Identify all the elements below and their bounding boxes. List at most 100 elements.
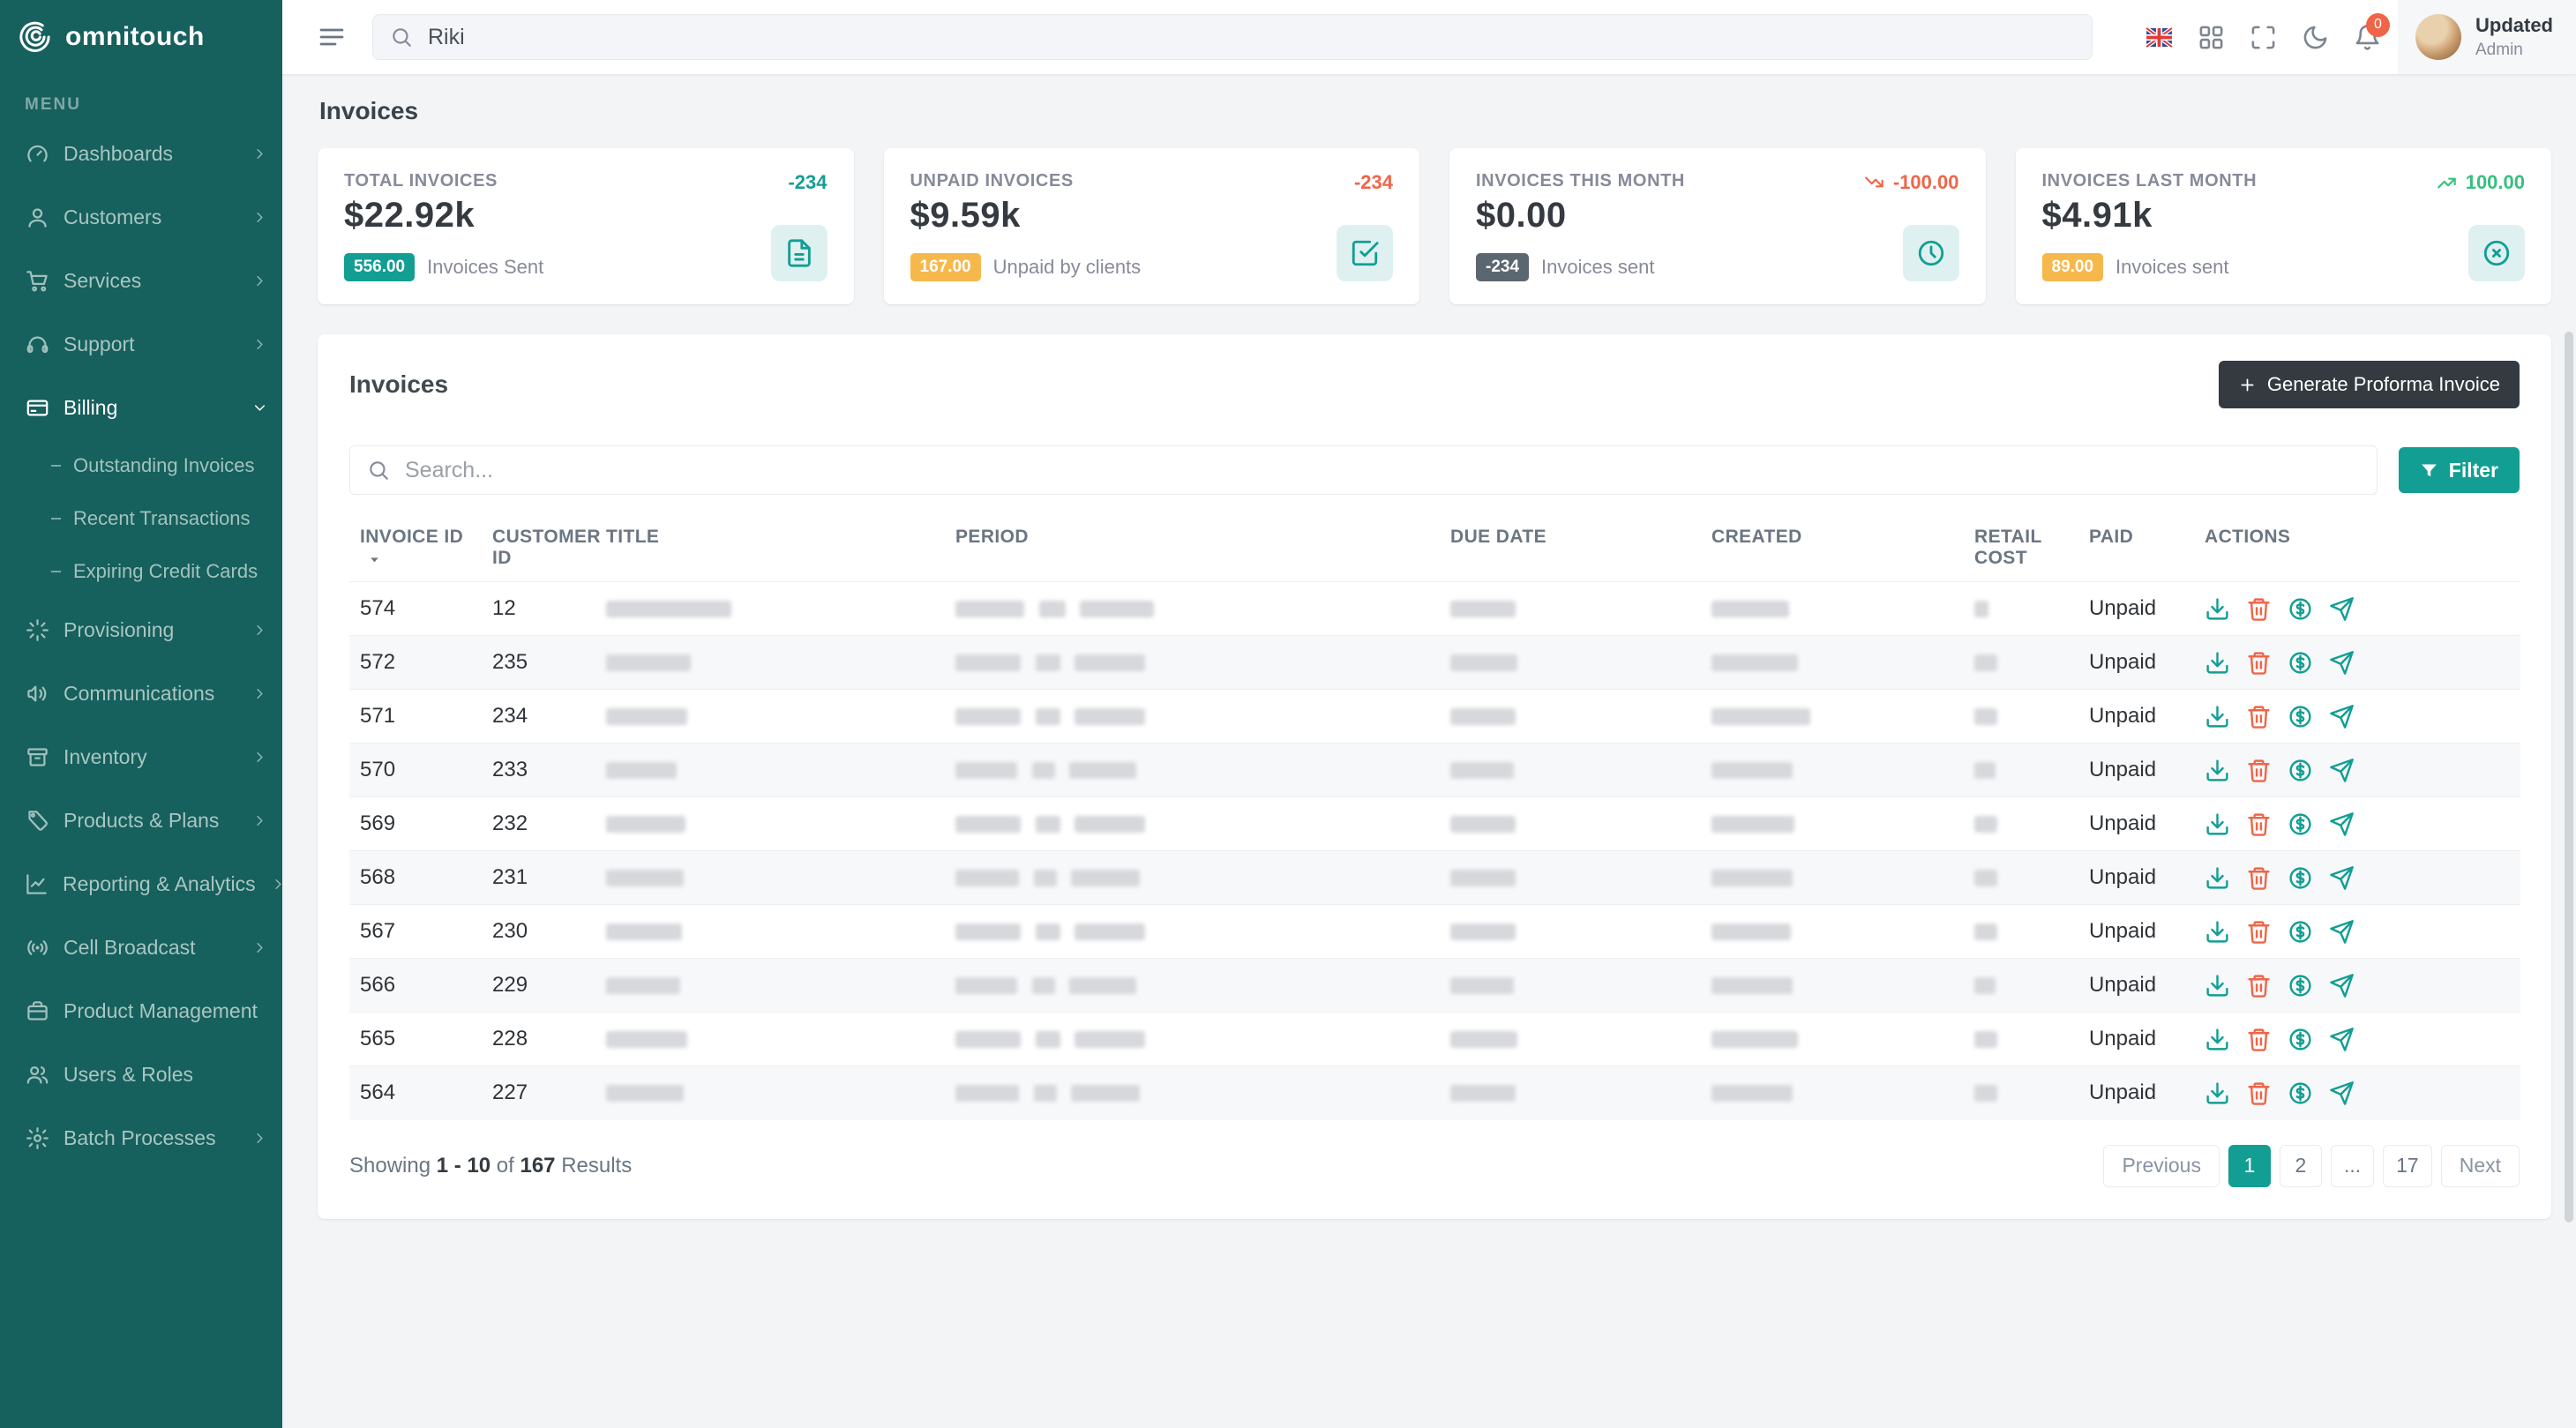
sidebar-item-services[interactable]: Services [0, 249, 282, 312]
column-label: ACTIONS [2205, 527, 2290, 548]
sidebar-item-products-plans[interactable]: Products & Plans [0, 789, 282, 852]
page-2[interactable]: 2 [2280, 1145, 2322, 1187]
page-next[interactable]: Next [2441, 1145, 2520, 1187]
money-icon[interactable] [2288, 1027, 2313, 1052]
sidebar-item-batch-processes[interactable]: Batch Processes [0, 1106, 282, 1170]
created-cell [1701, 905, 1964, 959]
download-icon[interactable] [2205, 596, 2230, 622]
send-icon[interactable] [2329, 811, 2355, 837]
trash-icon[interactable] [2246, 1080, 2272, 1106]
column-created[interactable]: CREATED [1701, 520, 1964, 582]
download-icon[interactable] [2205, 811, 2230, 837]
money-icon[interactable] [2288, 704, 2313, 729]
trash-icon[interactable] [2246, 919, 2272, 945]
column-paid[interactable]: PAID [2078, 520, 2194, 582]
sidebar-subitem-expiring-credit-cards[interactable]: Expiring Credit Cards [0, 545, 282, 598]
send-icon[interactable] [2329, 865, 2355, 891]
trash-icon[interactable] [2246, 758, 2272, 783]
download-icon[interactable] [2205, 1080, 2230, 1106]
sidebar-item-provisioning[interactable]: Provisioning [0, 598, 282, 662]
sidebar-subitem-outstanding-invoices[interactable]: Outstanding Invoices [0, 439, 282, 492]
money-icon[interactable] [2288, 865, 2313, 891]
moon-icon[interactable] [2294, 16, 2337, 59]
table-row: 568 231 [349, 851, 2520, 905]
sidebar-item-communications[interactable]: Communications [0, 662, 282, 725]
trash-icon[interactable] [2246, 973, 2272, 998]
column-retail-cost[interactable]: RETAIL COST [1964, 520, 2078, 582]
download-icon[interactable] [2205, 704, 2230, 729]
redacted-period [1075, 708, 1145, 725]
sidebar-item-cell-broadcast[interactable]: Cell Broadcast [0, 916, 282, 979]
send-icon[interactable] [2329, 596, 2355, 622]
page-1[interactable]: 1 [2228, 1145, 2271, 1187]
dash-bullet [51, 465, 61, 467]
money-icon[interactable] [2288, 919, 2313, 945]
sidebar-item-inventory[interactable]: Inventory [0, 725, 282, 789]
column-period[interactable]: PERIOD [945, 520, 1440, 582]
customer-id-cell: 235 [482, 636, 595, 690]
sidebar-item-billing[interactable]: Billing [0, 376, 282, 439]
page-previous[interactable]: Previous [2103, 1145, 2219, 1187]
trash-icon[interactable] [2246, 650, 2272, 676]
search-icon [390, 26, 413, 49]
period-cell [945, 582, 1440, 636]
send-icon[interactable] [2329, 758, 2355, 783]
trash-icon[interactable] [2246, 865, 2272, 891]
menu-toggle-icon[interactable] [318, 23, 346, 51]
money-icon[interactable] [2288, 811, 2313, 837]
sidebar-item-product-management[interactable]: Product Management [0, 979, 282, 1043]
send-icon[interactable] [2329, 1027, 2355, 1052]
sidebar-item-support[interactable]: Support [0, 312, 282, 376]
sidebar-item-label: Cell Broadcast [64, 936, 237, 960]
sidebar-subitem-label: Outstanding Invoices [73, 454, 254, 477]
download-icon[interactable] [2205, 919, 2230, 945]
send-icon[interactable] [2329, 973, 2355, 998]
column-invoice-id[interactable]: INVOICE ID [349, 520, 482, 582]
trash-icon[interactable] [2246, 811, 2272, 837]
global-search-input[interactable] [372, 14, 2093, 60]
filter-button[interactable]: Filter [2399, 447, 2520, 493]
sidebar-item-reporting-analytics[interactable]: Reporting & Analytics [0, 852, 282, 916]
brand-logo[interactable]: omnitouch [0, 0, 282, 74]
money-icon[interactable] [2288, 973, 2313, 998]
stat-delta: -234 [1354, 171, 1393, 194]
send-icon[interactable] [2329, 704, 2355, 729]
due-date-cell [1440, 959, 1701, 1013]
money-icon[interactable] [2288, 1080, 2313, 1106]
sidebar-subitem-recent-transactions[interactable]: Recent Transactions [0, 492, 282, 545]
trash-icon[interactable] [2246, 704, 2272, 729]
download-icon[interactable] [2205, 1027, 2230, 1052]
flag-uk-icon[interactable] [2138, 16, 2181, 59]
generate-proforma-invoice-button[interactable]: Generate Proforma Invoice [2219, 361, 2520, 408]
money-icon[interactable] [2288, 650, 2313, 676]
download-icon[interactable] [2205, 865, 2230, 891]
redacted-created [1711, 923, 1791, 940]
page-17[interactable]: 17 [2383, 1145, 2432, 1187]
money-icon[interactable] [2288, 596, 2313, 622]
sidebar-item-customers[interactable]: Customers [0, 185, 282, 249]
download-icon[interactable] [2205, 758, 2230, 783]
column-due-date[interactable]: DUE DATE [1440, 520, 1701, 582]
download-icon[interactable] [2205, 650, 2230, 676]
trash-icon[interactable] [2246, 1027, 2272, 1052]
scrollbar-thumb[interactable] [2565, 332, 2573, 1222]
sidebar-item-dashboards[interactable]: Dashboards [0, 122, 282, 185]
apps-icon[interactable] [2190, 16, 2233, 59]
sidebar-item-users-roles[interactable]: Users & Roles [0, 1043, 282, 1106]
column-customer-id[interactable]: CUSTOMER ID [482, 520, 595, 582]
trash-icon[interactable] [2246, 596, 2272, 622]
redacted-period [1036, 1031, 1060, 1048]
user-menu[interactable]: Updated Admin [2398, 0, 2576, 74]
send-icon[interactable] [2329, 1080, 2355, 1106]
send-icon[interactable] [2329, 919, 2355, 945]
sidebar-submenu: Outstanding Invoices Recent Transactions… [0, 439, 282, 598]
download-icon[interactable] [2205, 973, 2230, 998]
period-cell [945, 1013, 1440, 1066]
column-actions[interactable]: ACTIONS [2194, 520, 2520, 582]
file-icon [784, 238, 814, 268]
table-search-input[interactable] [349, 445, 2378, 495]
money-icon[interactable] [2288, 758, 2313, 783]
fullscreen-icon[interactable] [2242, 16, 2285, 59]
column-title[interactable]: TITLE [595, 520, 945, 582]
send-icon[interactable] [2329, 650, 2355, 676]
